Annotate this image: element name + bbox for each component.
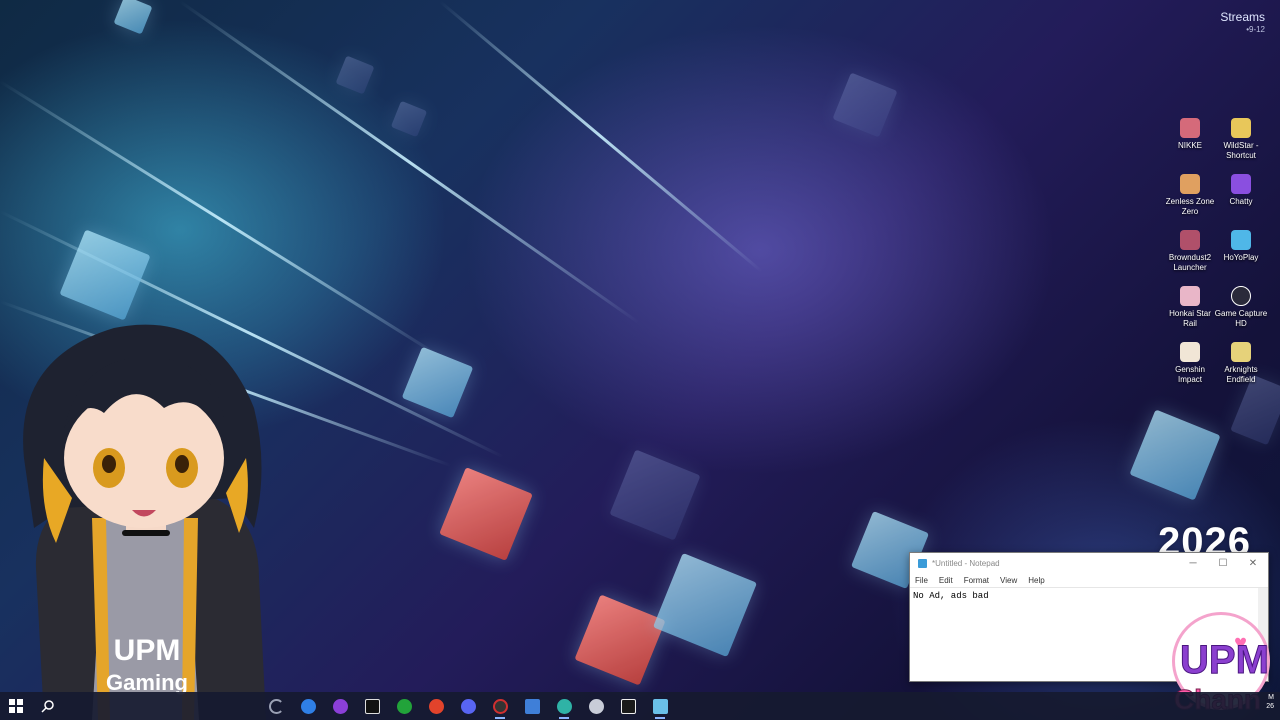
cube xyxy=(1129,409,1221,501)
streams-widget[interactable]: Streams •9-12 xyxy=(1220,10,1265,34)
notepad-title: *Untitled - Notepad xyxy=(932,558,1000,568)
desktop-icon-genshin[interactable]: Genshin Impact xyxy=(1162,342,1218,385)
cube xyxy=(832,72,898,138)
menu-help[interactable]: Help xyxy=(1028,576,1044,585)
desktop-icon-label: WildStar - Shortcut xyxy=(1223,141,1259,160)
menu-file[interactable]: File xyxy=(915,576,928,585)
cube xyxy=(439,467,533,561)
search-button[interactable] xyxy=(32,692,64,720)
desktop-icon-zenless[interactable]: Zenless Zone Zero xyxy=(1162,174,1218,217)
light-beam xyxy=(439,0,763,273)
browndust2-icon xyxy=(1180,230,1200,250)
desktop-icon-hoyoplay[interactable]: HoYoPlay xyxy=(1213,230,1269,263)
running-indicator xyxy=(559,717,569,719)
taskbar-app-square[interactable] xyxy=(516,692,548,720)
running-indicator xyxy=(655,717,665,719)
taskbar-discord[interactable] xyxy=(452,692,484,720)
desktop-icon-label: Arknights Endfield xyxy=(1224,365,1258,384)
loading-icon xyxy=(268,698,284,714)
square-app-icon xyxy=(524,698,540,714)
taskbar-app-purple[interactable] xyxy=(324,692,356,720)
chatty-icon xyxy=(1231,174,1251,194)
discord-icon xyxy=(460,698,476,714)
taskbar-app-gear[interactable] xyxy=(580,692,612,720)
red-app-icon xyxy=(428,698,444,714)
cube xyxy=(1230,374,1280,446)
notepad-titlebar[interactable]: *Untitled - Notepad ─ ☐ ✕ xyxy=(910,553,1268,573)
arknights-endfield-icon xyxy=(1231,342,1251,362)
cube xyxy=(401,346,474,419)
taskbar-loading[interactable] xyxy=(260,692,292,720)
notepad-menubar: File Edit Format View Help xyxy=(910,573,1268,587)
edge-icon xyxy=(556,698,572,714)
streams-title: Streams xyxy=(1220,10,1265,24)
cube xyxy=(390,100,428,138)
nikke-icon xyxy=(1180,118,1200,138)
desktop-icon-label: HoYoPlay xyxy=(1223,253,1259,262)
wildstar-icon xyxy=(1231,118,1251,138)
taskbar-app-red[interactable] xyxy=(420,692,452,720)
blue-app-icon xyxy=(300,698,316,714)
taskbar-capcut[interactable] xyxy=(612,692,644,720)
close-button[interactable]: ✕ xyxy=(1238,558,1268,569)
genshin-impact-icon xyxy=(1180,342,1200,362)
desktop-icon-browndust2[interactable]: Browndust2 Launcher xyxy=(1162,230,1218,273)
running-indicator xyxy=(495,717,505,719)
desktop-icon-label: Game Capture HD xyxy=(1214,309,1268,328)
desktop-icon-label: Genshin Impact xyxy=(1175,365,1205,384)
taskbar-xbox[interactable] xyxy=(388,692,420,720)
desktop-icon-wildstar[interactable]: WildStar - Shortcut xyxy=(1213,118,1269,161)
search-icon xyxy=(41,700,54,713)
vtuber-avatar: UPM Gaming xyxy=(23,324,267,720)
menu-edit[interactable]: Edit xyxy=(939,576,953,585)
purple-app-icon xyxy=(332,698,348,714)
desktop-icon-game-capture[interactable]: Game Capture HD xyxy=(1213,286,1269,329)
minimize-button[interactable]: ─ xyxy=(1178,558,1208,569)
clock-bottom: 26 xyxy=(1266,703,1274,710)
clock-top: M xyxy=(1268,694,1274,701)
cube xyxy=(652,552,758,658)
desktop-icon-label: Browndust2 Launcher xyxy=(1168,253,1212,272)
taskbar xyxy=(0,692,1280,720)
taskbar-epic[interactable] xyxy=(356,692,388,720)
desktop-icon-label: Zenless Zone Zero xyxy=(1165,197,1215,216)
start-button[interactable] xyxy=(0,692,32,720)
cube xyxy=(59,229,151,321)
taskbar-app-blue[interactable] xyxy=(292,692,324,720)
desktop-icon-label: NIKKE xyxy=(1177,141,1202,150)
menu-format[interactable]: Format xyxy=(964,576,989,585)
taskbar-app-gauge[interactable] xyxy=(484,692,516,720)
epic-games-icon xyxy=(364,698,380,714)
cube xyxy=(574,594,666,686)
desktop-icon-honkai-star-rail[interactable]: Honkai Star Rail xyxy=(1162,286,1218,329)
taskbar-notepad[interactable] xyxy=(644,692,676,720)
cube xyxy=(609,449,701,541)
desktop-icon-nikke[interactable]: NIKKE xyxy=(1162,118,1218,151)
streams-subtitle: •9-12 xyxy=(1246,25,1265,34)
notepad-icon xyxy=(652,698,668,714)
gear-icon xyxy=(588,698,604,714)
xbox-icon xyxy=(396,698,412,714)
taskbar-edge[interactable] xyxy=(548,692,580,720)
game-capture-icon xyxy=(1231,286,1251,306)
logo-upm-text: UPM xyxy=(1180,638,1270,683)
notepad-app-icon xyxy=(918,558,927,568)
honkai-star-rail-icon xyxy=(1180,286,1200,306)
menu-view[interactable]: View xyxy=(1000,576,1017,585)
avatar-shirt-upm: UPM xyxy=(114,634,181,667)
desktop-icon-label: Chatty xyxy=(1229,197,1253,206)
zenless-zone-zero-icon xyxy=(1180,174,1200,194)
gauge-icon xyxy=(492,698,508,714)
system-clock[interactable]: M 26 xyxy=(1266,693,1274,711)
maximize-button[interactable]: ☐ xyxy=(1208,558,1238,569)
cube xyxy=(335,55,375,95)
desktop-icon-label: Honkai Star Rail xyxy=(1169,309,1211,328)
desktop-icon-chatty[interactable]: Chatty xyxy=(1213,174,1269,207)
cube xyxy=(113,0,153,35)
hoyoplay-icon xyxy=(1231,230,1251,250)
windows-icon xyxy=(9,699,23,713)
light-beam xyxy=(179,0,640,324)
capcut-icon xyxy=(620,698,636,714)
desktop-icon-arknights[interactable]: Arknights Endfield xyxy=(1213,342,1269,385)
